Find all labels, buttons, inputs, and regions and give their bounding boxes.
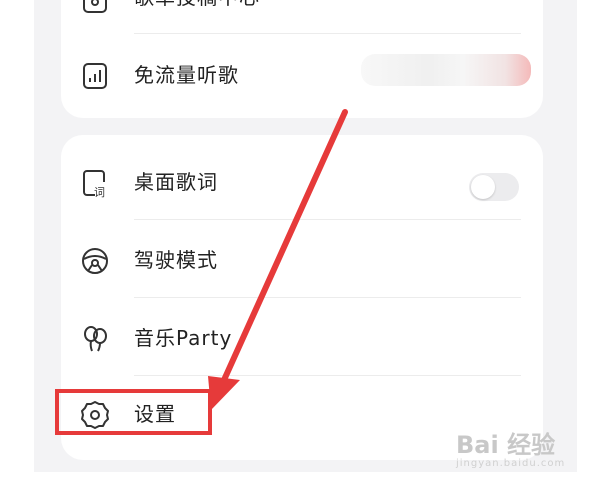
annotation-highlight-box bbox=[55, 389, 212, 435]
watermark-url: jingyan.baidu.com bbox=[456, 458, 566, 469]
watermark-logo: Bai 经验 bbox=[456, 431, 556, 459]
